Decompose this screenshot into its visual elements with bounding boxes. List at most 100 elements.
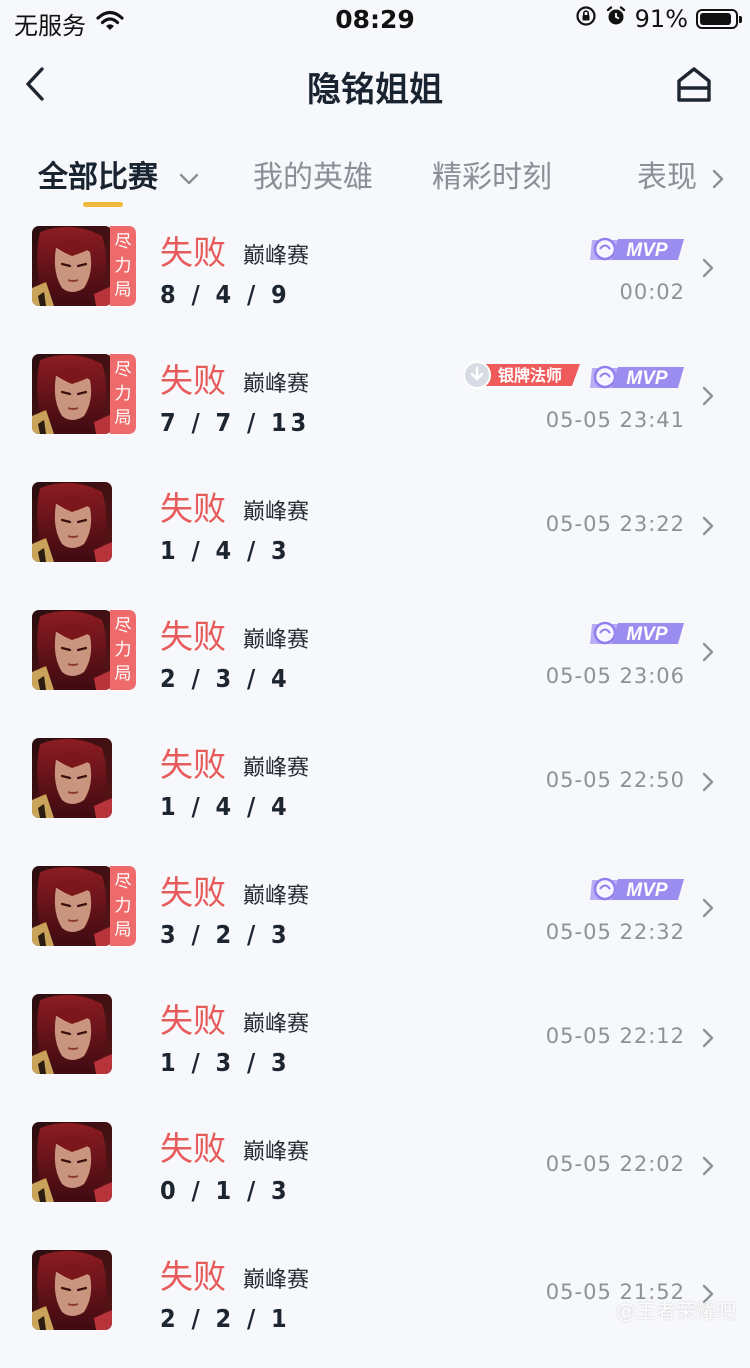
tab-all-matches[interactable]: 全部比赛 <box>38 152 200 196</box>
match-result: 失败 <box>160 1129 226 1168</box>
tag-char: 尽 <box>114 360 132 380</box>
match-time: 05-05 22:50 <box>545 768 685 792</box>
match-result: 失败 <box>160 233 226 272</box>
tag-char: 局 <box>114 920 132 940</box>
chevron-right-icon <box>702 386 714 406</box>
match-result: 失败 <box>160 617 226 656</box>
match-row[interactable]: 失败 巅峰赛 0 / 1 / 3 05-05 22:02 <box>0 1112 750 1240</box>
tag-char: 力 <box>114 640 132 660</box>
hero-avatar <box>32 994 112 1074</box>
row-chevron <box>700 256 716 280</box>
row-chevron <box>700 640 716 664</box>
match-kda: 2 / 2 / 1 <box>160 1304 291 1333</box>
match-row[interactable]: 尽 力 局 失败 巅峰赛 2 / 3 / 4 MVP 05-05 23:06 <box>0 600 750 728</box>
row-chevron <box>700 770 716 794</box>
tag-char: 尽 <box>114 232 132 252</box>
match-mode: 巅峰赛 <box>243 1268 310 1293</box>
match-kda: 8 / 4 / 9 <box>160 280 291 309</box>
match-row[interactable]: 尽 力 局 失败 巅峰赛 7 / 7 / 13 MVP 银牌法师 05-05 23:… <box>0 344 750 472</box>
best-effort-tag: 尽 力 局 <box>110 226 136 306</box>
row-chevron <box>700 1154 716 1178</box>
battery-percent: 91% <box>634 5 688 33</box>
tag-char: 力 <box>114 256 132 276</box>
match-row[interactable]: 失败 巅峰赛 1 / 3 / 3 05-05 22:12 <box>0 984 750 1112</box>
tab-highlights[interactable]: 精彩时刻 <box>432 152 552 196</box>
status-right: 91% <box>575 5 742 33</box>
hero-avatar-image <box>32 866 112 946</box>
chevron-right-icon <box>702 516 714 536</box>
mvp-badge: MVP <box>590 618 684 648</box>
best-effort-tag: 尽 力 局 <box>110 354 136 434</box>
mvp-badge-text: MVP <box>626 880 668 901</box>
row-chevron <box>700 384 716 408</box>
match-result: 失败 <box>160 1257 226 1296</box>
match-mode: 巅峰赛 <box>243 628 310 653</box>
mvp-badge-text: MVP <box>626 368 668 389</box>
hero-avatar <box>32 226 112 306</box>
hero-avatar-image <box>32 610 112 690</box>
hero-avatar-image <box>32 226 112 306</box>
status-bar: 无服务 08:29 91% <box>0 0 750 40</box>
best-effort-tag: 尽 力 局 <box>110 866 136 946</box>
tab-performance[interactable]: 表现 <box>637 152 725 196</box>
mvp-badge-text: MVP <box>626 240 668 261</box>
row-chevron <box>700 1026 716 1050</box>
silver-mage-badge-text: 银牌法师 <box>498 366 562 385</box>
navigation-bar: 隐铭姐姐 <box>0 48 750 120</box>
match-mode: 巅峰赛 <box>243 244 310 269</box>
match-row[interactable]: 尽 力 局 失败 巅峰赛 3 / 2 / 3 MVP 05-05 22:32 <box>0 856 750 984</box>
hero-avatar-image <box>32 994 112 1074</box>
row-chevron <box>700 896 716 920</box>
tag-char: 力 <box>114 896 132 916</box>
chevron-right-icon <box>702 1028 714 1048</box>
hero-avatar <box>32 1250 112 1330</box>
hero-avatar <box>32 610 112 690</box>
mvp-badge-text: MVP <box>626 624 668 645</box>
match-row[interactable]: 失败 巅峰赛 1 / 4 / 4 05-05 22:50 <box>0 728 750 856</box>
best-effort-tag: 尽 力 局 <box>110 610 136 690</box>
match-mode: 巅峰赛 <box>243 1012 310 1037</box>
tab-all-matches-label: 全部比赛 <box>38 160 158 195</box>
match-mode: 巅峰赛 <box>243 372 310 397</box>
chevron-down-icon <box>180 173 199 184</box>
hero-avatar <box>32 866 112 946</box>
mvp-badge-graphic: MVP <box>590 621 684 645</box>
tag-char: 局 <box>114 280 132 300</box>
chevron-right-icon <box>702 772 714 792</box>
hero-avatar <box>32 482 112 562</box>
silver-mage-badge-graphic: 银牌法师 <box>463 361 580 389</box>
match-time: 00:02 <box>619 280 685 304</box>
match-result: 失败 <box>160 489 226 528</box>
hero-avatar <box>32 1122 112 1202</box>
hero-avatar-image <box>32 1122 112 1202</box>
match-time: 05-05 23:41 <box>545 408 685 432</box>
match-result: 失败 <box>160 1001 226 1040</box>
hero-avatar <box>32 354 112 434</box>
watermark: @王者荣耀吧 <box>616 1299 736 1323</box>
match-mode: 巅峰赛 <box>243 500 310 525</box>
tab-performance-label: 表现 <box>637 160 697 195</box>
mvp-badge: MVP <box>590 874 684 904</box>
page-title: 隐铭姐姐 <box>307 70 443 110</box>
match-kda: 7 / 7 / 13 <box>160 408 311 437</box>
match-kda: 1 / 4 / 3 <box>160 536 291 565</box>
match-row[interactable]: 尽 力 局 失败 巅峰赛 8 / 4 / 9 MVP 00:02 <box>0 216 750 344</box>
match-result: 失败 <box>160 745 226 784</box>
match-kda: 3 / 2 / 3 <box>160 920 291 949</box>
tab-active-indicator <box>83 202 123 207</box>
match-row[interactable]: 失败 巅峰赛 1 / 4 / 3 05-05 23:22 <box>0 472 750 600</box>
tag-char: 力 <box>114 384 132 404</box>
match-result: 失败 <box>160 361 226 400</box>
chevron-right-icon <box>702 898 714 918</box>
battery-icon <box>696 9 742 29</box>
match-result: 失败 <box>160 873 226 912</box>
home-button[interactable] <box>674 64 714 104</box>
tab-my-heroes[interactable]: 我的英雄 <box>253 152 373 196</box>
match-kda: 1 / 4 / 4 <box>160 792 291 821</box>
tab-bar: 全部比赛 我的英雄 精彩时刻 表现 <box>0 140 750 212</box>
tag-char: 局 <box>114 408 132 428</box>
chevron-right-icon <box>702 642 714 662</box>
hero-avatar-image <box>32 738 112 818</box>
mvp-badge: MVP <box>590 234 684 264</box>
match-time: 05-05 22:12 <box>545 1024 685 1048</box>
